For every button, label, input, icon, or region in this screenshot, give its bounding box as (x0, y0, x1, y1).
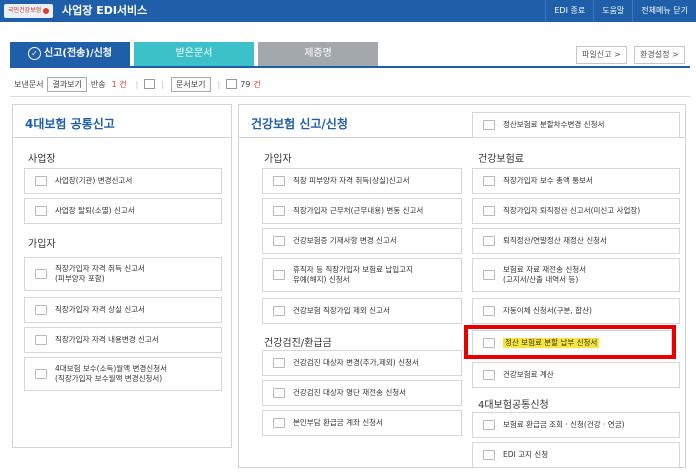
tab-certificates[interactable]: 제증명 (258, 42, 378, 66)
document-icon (273, 418, 285, 428)
document-icon (273, 358, 285, 368)
section-premium: 건강보험료 (478, 154, 524, 165)
document-icon (483, 450, 495, 460)
document-icon (273, 270, 285, 280)
section-subscriber: 가입자 (264, 154, 292, 165)
document-icon (483, 236, 495, 246)
list-item[interactable]: 4대보험 보수(소득)월액 변경신청서 (직장가입자 보수월액 변경신청서) (24, 357, 222, 391)
list-item[interactable]: 직장가입자 자격 내용변경 신고서 (24, 327, 222, 353)
document-icon (273, 236, 285, 246)
help-link[interactable]: 도움말 (593, 0, 632, 22)
list-item[interactable]: EDI 고지 신청 (472, 442, 680, 468)
document-icon (483, 176, 495, 186)
document-icon (273, 206, 285, 216)
document-icon (483, 420, 495, 430)
check-circle-icon: ✓ (28, 46, 41, 60)
file-report-button[interactable]: 파일신고 > (576, 46, 627, 64)
list-item[interactable]: 보험료 자료 재전송 신청서 (고지서/산출 내역서 등) (472, 258, 680, 292)
list-item[interactable]: 직장가입자 보수 총액 통보서 (472, 168, 680, 194)
return-label: 반송 (90, 79, 106, 89)
document-icon (35, 206, 47, 216)
list-item[interactable]: 건강검진 대상자 변경(추가,제외) 신청서 (262, 350, 462, 376)
document-icon (483, 338, 495, 348)
section-checkup-refund: 건강검진/환급금 (264, 338, 332, 349)
nhis-logo[interactable]: 국민건강보험 (4, 4, 54, 18)
list-item[interactable]: 건강검진 대상자 명단 재전송 신청서 (262, 380, 462, 406)
divider (10, 96, 690, 97)
document-icon (273, 176, 285, 186)
list-item[interactable]: 직장가입자 근무처(근무내용) 변동 신고서 (262, 198, 462, 224)
edi-exit-link[interactable]: EDI 종료 (545, 0, 593, 22)
list-item[interactable]: 건강보험증 기재사항 변경 신고서 (262, 228, 462, 254)
document-icon (35, 269, 47, 279)
list-item[interactable]: 건강보험료 계산 (472, 362, 680, 388)
return-count[interactable]: 1 건 (112, 79, 127, 90)
doc-count: 79 (240, 79, 251, 89)
section-common-apply: 4대보험공통신청 (478, 400, 549, 411)
list-item[interactable]: 사업장 탈퇴(소멸) 신고서 (24, 198, 222, 224)
panel-title: 건강보험 신고/신청 (251, 117, 348, 131)
list-item[interactable]: 건강보험 직장가입 제외 신고서 (262, 298, 462, 324)
tab-label: 신고(전송)/신청 (44, 48, 112, 59)
tab-report-submit[interactable]: ✓ 신고(전송)/신청 (10, 42, 130, 66)
result-view-button[interactable]: 결과보기 (47, 76, 87, 92)
document-icon (483, 306, 495, 316)
separator: | (161, 79, 165, 89)
status-bar: 보낸문서 결과보기 반송 1 건 | | 문서보기 | 79 건 (14, 76, 267, 92)
list-item[interactable]: 퇴직정산/연말정산 재정산 신청서 (472, 228, 680, 254)
top-bar: 국민건강보험 사업장 EDI서비스 EDI 종료 도움말 전체메뉴 닫기 (0, 0, 696, 22)
top-links: EDI 종료 도움말 전체메뉴 닫기 (545, 0, 696, 22)
document-icon (273, 388, 285, 398)
document-icon (35, 369, 47, 379)
tab-received-docs[interactable]: 받은문서 (134, 42, 254, 66)
section-workplace: 사업장 (28, 154, 56, 165)
settings-button[interactable]: 환경설정 > (634, 46, 685, 64)
doc-view-button[interactable]: 문서보기 (171, 76, 211, 92)
separator: | (135, 79, 139, 89)
document-icon (35, 305, 47, 315)
logo-text: 국민건강보험 (8, 7, 42, 14)
document-icon (483, 120, 495, 130)
list-item[interactable]: 직장가입자 자격 취득 신고서 (피부양자 포함) (24, 257, 222, 291)
list-item[interactable]: 보험료 환급금 조회 · 신청(건강 · 연금) (472, 412, 680, 438)
document-icon (483, 370, 495, 380)
list-item[interactable]: 직장가입자 자격 상실 신고서 (24, 297, 222, 323)
list-item[interactable]: 자동이체 신청서(구분, 합산) (472, 298, 680, 324)
separator: | (217, 79, 221, 89)
section-subscriber: 가입자 (28, 239, 56, 250)
document-icon (35, 335, 47, 345)
app-title: 사업장 EDI서비스 (62, 4, 148, 17)
installment-payment-item[interactable]: 정산 보험료 분할 납부 신청서 (472, 330, 672, 356)
list-item[interactable]: 본인부담 환급금 계좌 신청서 (262, 410, 462, 436)
panel-title: 4대보험 공통신고 (25, 117, 115, 131)
list-item[interactable]: 정산보험료 분할차수변경 신청서 (472, 112, 680, 138)
list-item[interactable]: 직장가입자 퇴직정산 신고서(미신고 사업장) (472, 198, 680, 224)
close-all-menu-link[interactable]: 전체메뉴 닫기 (632, 0, 696, 22)
document-icon (483, 270, 495, 280)
list-item[interactable]: 휴직자 등 직장가입자 보험료 납입고지 유예(해지) 신청서 (262, 258, 462, 292)
document-icon (35, 176, 47, 186)
logo-mark-icon (43, 7, 50, 14)
list-item[interactable]: 사업장(기관) 변경신고서 (24, 168, 222, 194)
checkbox-icon (144, 79, 156, 89)
divider (13, 137, 231, 138)
document-icon (226, 79, 238, 89)
sent-docs-label: 보낸문서 (14, 79, 44, 89)
list-item[interactable]: 직장 피부양자 자격 취득(상실)신고서 (262, 168, 462, 194)
doc-count-unit[interactable]: 건 (253, 79, 260, 90)
document-icon (483, 206, 495, 216)
document-icon (273, 306, 285, 316)
